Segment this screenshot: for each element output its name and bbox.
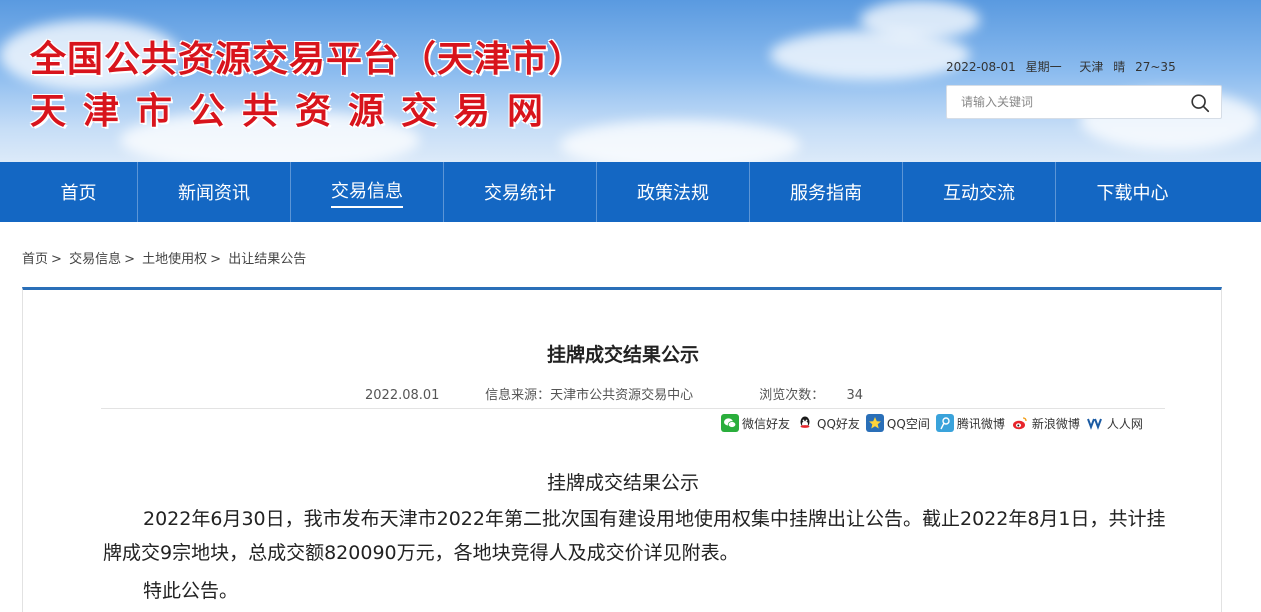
nav-label: 互动交流 — [943, 183, 1015, 204]
article-panel: 挂牌成交结果公示 2022.08.01 信息来源：天津市公共资源交易中心 浏览次… — [22, 287, 1222, 612]
nav-label: 交易统计 — [484, 183, 556, 204]
nav-item-download[interactable]: 下载中心 — [1056, 162, 1209, 222]
share-label: 微信好友 — [742, 416, 791, 431]
nav-item-policy[interactable]: 政策法规 — [597, 162, 750, 222]
article-title: 挂牌成交结果公示 — [546, 344, 699, 366]
renren-icon — [1085, 414, 1104, 432]
breadcrumb-current[interactable]: 出让结果公告 — [228, 252, 306, 267]
site-title-line2: 天津市公共资源交易网 — [30, 91, 561, 132]
breadcrumb-trade-info[interactable]: 交易信息 — [69, 252, 121, 267]
search-input[interactable] — [947, 86, 1177, 118]
article-source: 信息来源：天津市公共资源交易中心 — [485, 388, 694, 403]
article-date: 2022.08.01 — [365, 388, 440, 403]
site-title-line1: 全国公共资源交易平台（天津市） — [30, 39, 586, 80]
breadcrumb-separator: > — [51, 252, 62, 267]
current-weekday: 星期一 — [1025, 60, 1062, 74]
share-label: QQ空间 — [886, 416, 930, 431]
nav-label: 下载中心 — [1096, 183, 1169, 204]
nav-label: 首页 — [60, 183, 97, 204]
cloud-decoration — [860, 0, 980, 40]
search-box — [946, 85, 1222, 119]
views-count: 34 — [846, 388, 863, 403]
share-wechat[interactable]: 微信好友 — [721, 414, 790, 432]
share-label: 人人网 — [1106, 416, 1143, 431]
nav-item-interaction[interactable]: 互动交流 — [903, 162, 1056, 222]
views-label: 浏览次数： — [759, 388, 825, 403]
meta-divider — [101, 408, 1165, 409]
wechat-icon — [721, 414, 739, 432]
weather-city: 天津 — [1079, 60, 1104, 74]
share-qzone[interactable]: QQ空间 — [865, 414, 930, 432]
weather-condition: 晴 — [1113, 60, 1126, 74]
nav-label: 新闻资讯 — [178, 183, 250, 204]
search-icon[interactable] — [1189, 92, 1211, 114]
breadcrumb-home[interactable]: 首页 — [22, 252, 48, 267]
nav-item-home[interactable]: 首页 — [20, 162, 138, 222]
share-label: 新浪微博 — [1031, 416, 1080, 431]
share-label: QQ好友 — [817, 416, 860, 431]
nav-label: 政策法规 — [637, 183, 709, 204]
share-qq[interactable]: QQ好友 — [796, 414, 860, 432]
nav-item-service-guide[interactable]: 服务指南 — [750, 162, 903, 222]
body-paragraph: 特此公告。 — [143, 580, 239, 602]
qzone-icon — [865, 414, 884, 432]
main-nav: 首页 新闻资讯 交易信息 交易统计 政策法规 服务指南 互动交流 下载中心 — [0, 162, 1261, 222]
qq-icon — [796, 414, 815, 432]
share-renren[interactable]: 人人网 — [1085, 414, 1143, 432]
tencent-weibo-icon — [935, 414, 954, 432]
breadcrumb-separator: > — [124, 252, 135, 267]
breadcrumb-land-use[interactable]: 土地使用权 — [142, 252, 207, 267]
cloud-decoration — [560, 120, 800, 162]
site-header: 全国公共资源交易平台（天津市） 天津市公共资源交易网 2022-08-01 星期… — [0, 0, 1261, 162]
current-date: 2022-08-01 — [946, 60, 1016, 74]
weather-temperature: 27~35 — [1135, 60, 1176, 74]
body-title: 挂牌成交结果公示 — [546, 472, 699, 494]
share-tencent-weibo[interactable]: 腾讯微博 — [935, 414, 1005, 432]
nav-item-trade-stats[interactable]: 交易统计 — [444, 162, 597, 222]
nav-item-news[interactable]: 新闻资讯 — [138, 162, 291, 222]
nav-item-trade-info[interactable]: 交易信息 — [291, 162, 444, 222]
nav-label: 交易信息 — [331, 177, 403, 208]
article-meta: 2022.08.01 信息来源：天津市公共资源交易中心 浏览次数： 34 — [365, 384, 863, 403]
sina-weibo-icon — [1010, 414, 1029, 432]
body-paragraph: 2022年6月30日，我市发布天津市2022年第二批次国有建设用地使用权集中挂牌… — [103, 508, 1166, 564]
share-sina-weibo[interactable]: 新浪微博 — [1010, 414, 1080, 432]
breadcrumb-separator: > — [210, 252, 222, 267]
nav-label: 服务指南 — [790, 183, 862, 204]
share-bar: 微信好友 QQ好友 QQ空间 腾讯微博 新浪微博 人人网 — [721, 414, 1149, 432]
share-label: 腾讯微博 — [956, 416, 1005, 431]
date-weather-info: 2022-08-01 星期一 天津 晴 27~35 — [946, 58, 1182, 75]
breadcrumb: 首页 > 交易信息 > 土地使用权 > 出让结果公告 — [22, 248, 306, 267]
